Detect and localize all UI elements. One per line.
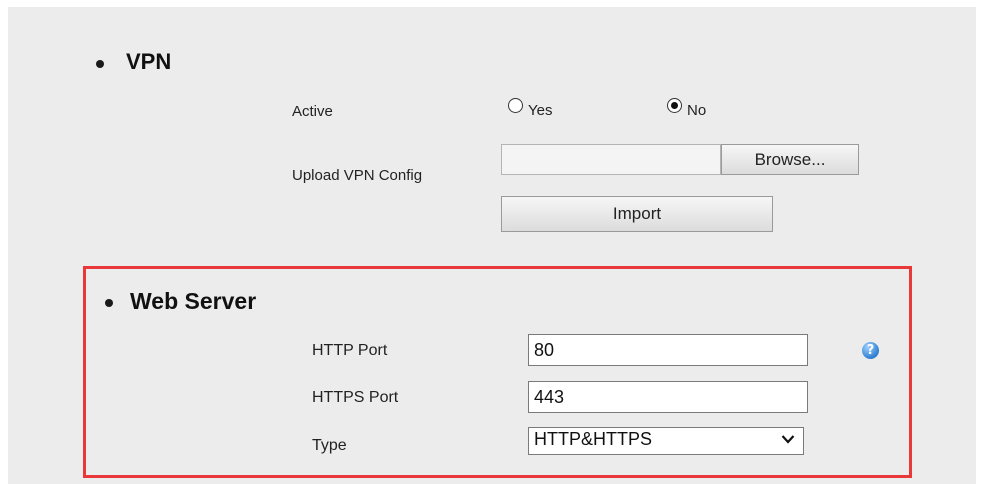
browse-button[interactable]: Browse... (721, 144, 859, 175)
active-yes-radio[interactable] (508, 98, 523, 113)
vpn-bullet (96, 60, 104, 68)
help-question-icon[interactable]: ? (862, 342, 879, 359)
active-label: Active (292, 103, 333, 120)
https-port-input[interactable] (528, 381, 808, 413)
chevron-down-icon (781, 435, 795, 444)
import-button[interactable]: Import (501, 196, 773, 232)
active-no-label[interactable]: No (687, 102, 706, 119)
web-server-bullet (105, 299, 113, 307)
http-port-input[interactable] (528, 334, 808, 366)
type-select[interactable]: HTTP&HTTPS (528, 427, 804, 455)
http-port-label: HTTP Port (312, 342, 388, 359)
https-port-label: HTTPS Port (312, 389, 399, 406)
active-no-radio[interactable] (667, 98, 682, 113)
type-select-value: HTTP&HTTPS (534, 429, 653, 449)
upload-vpn-config-label: Upload VPN Config (292, 167, 423, 184)
vpn-section-title: VPN (126, 49, 172, 74)
web-server-section-title: Web Server (130, 288, 257, 314)
vpn-config-file-field[interactable] (501, 144, 721, 175)
active-yes-label[interactable]: Yes (528, 102, 552, 119)
type-label: Type (312, 437, 347, 454)
